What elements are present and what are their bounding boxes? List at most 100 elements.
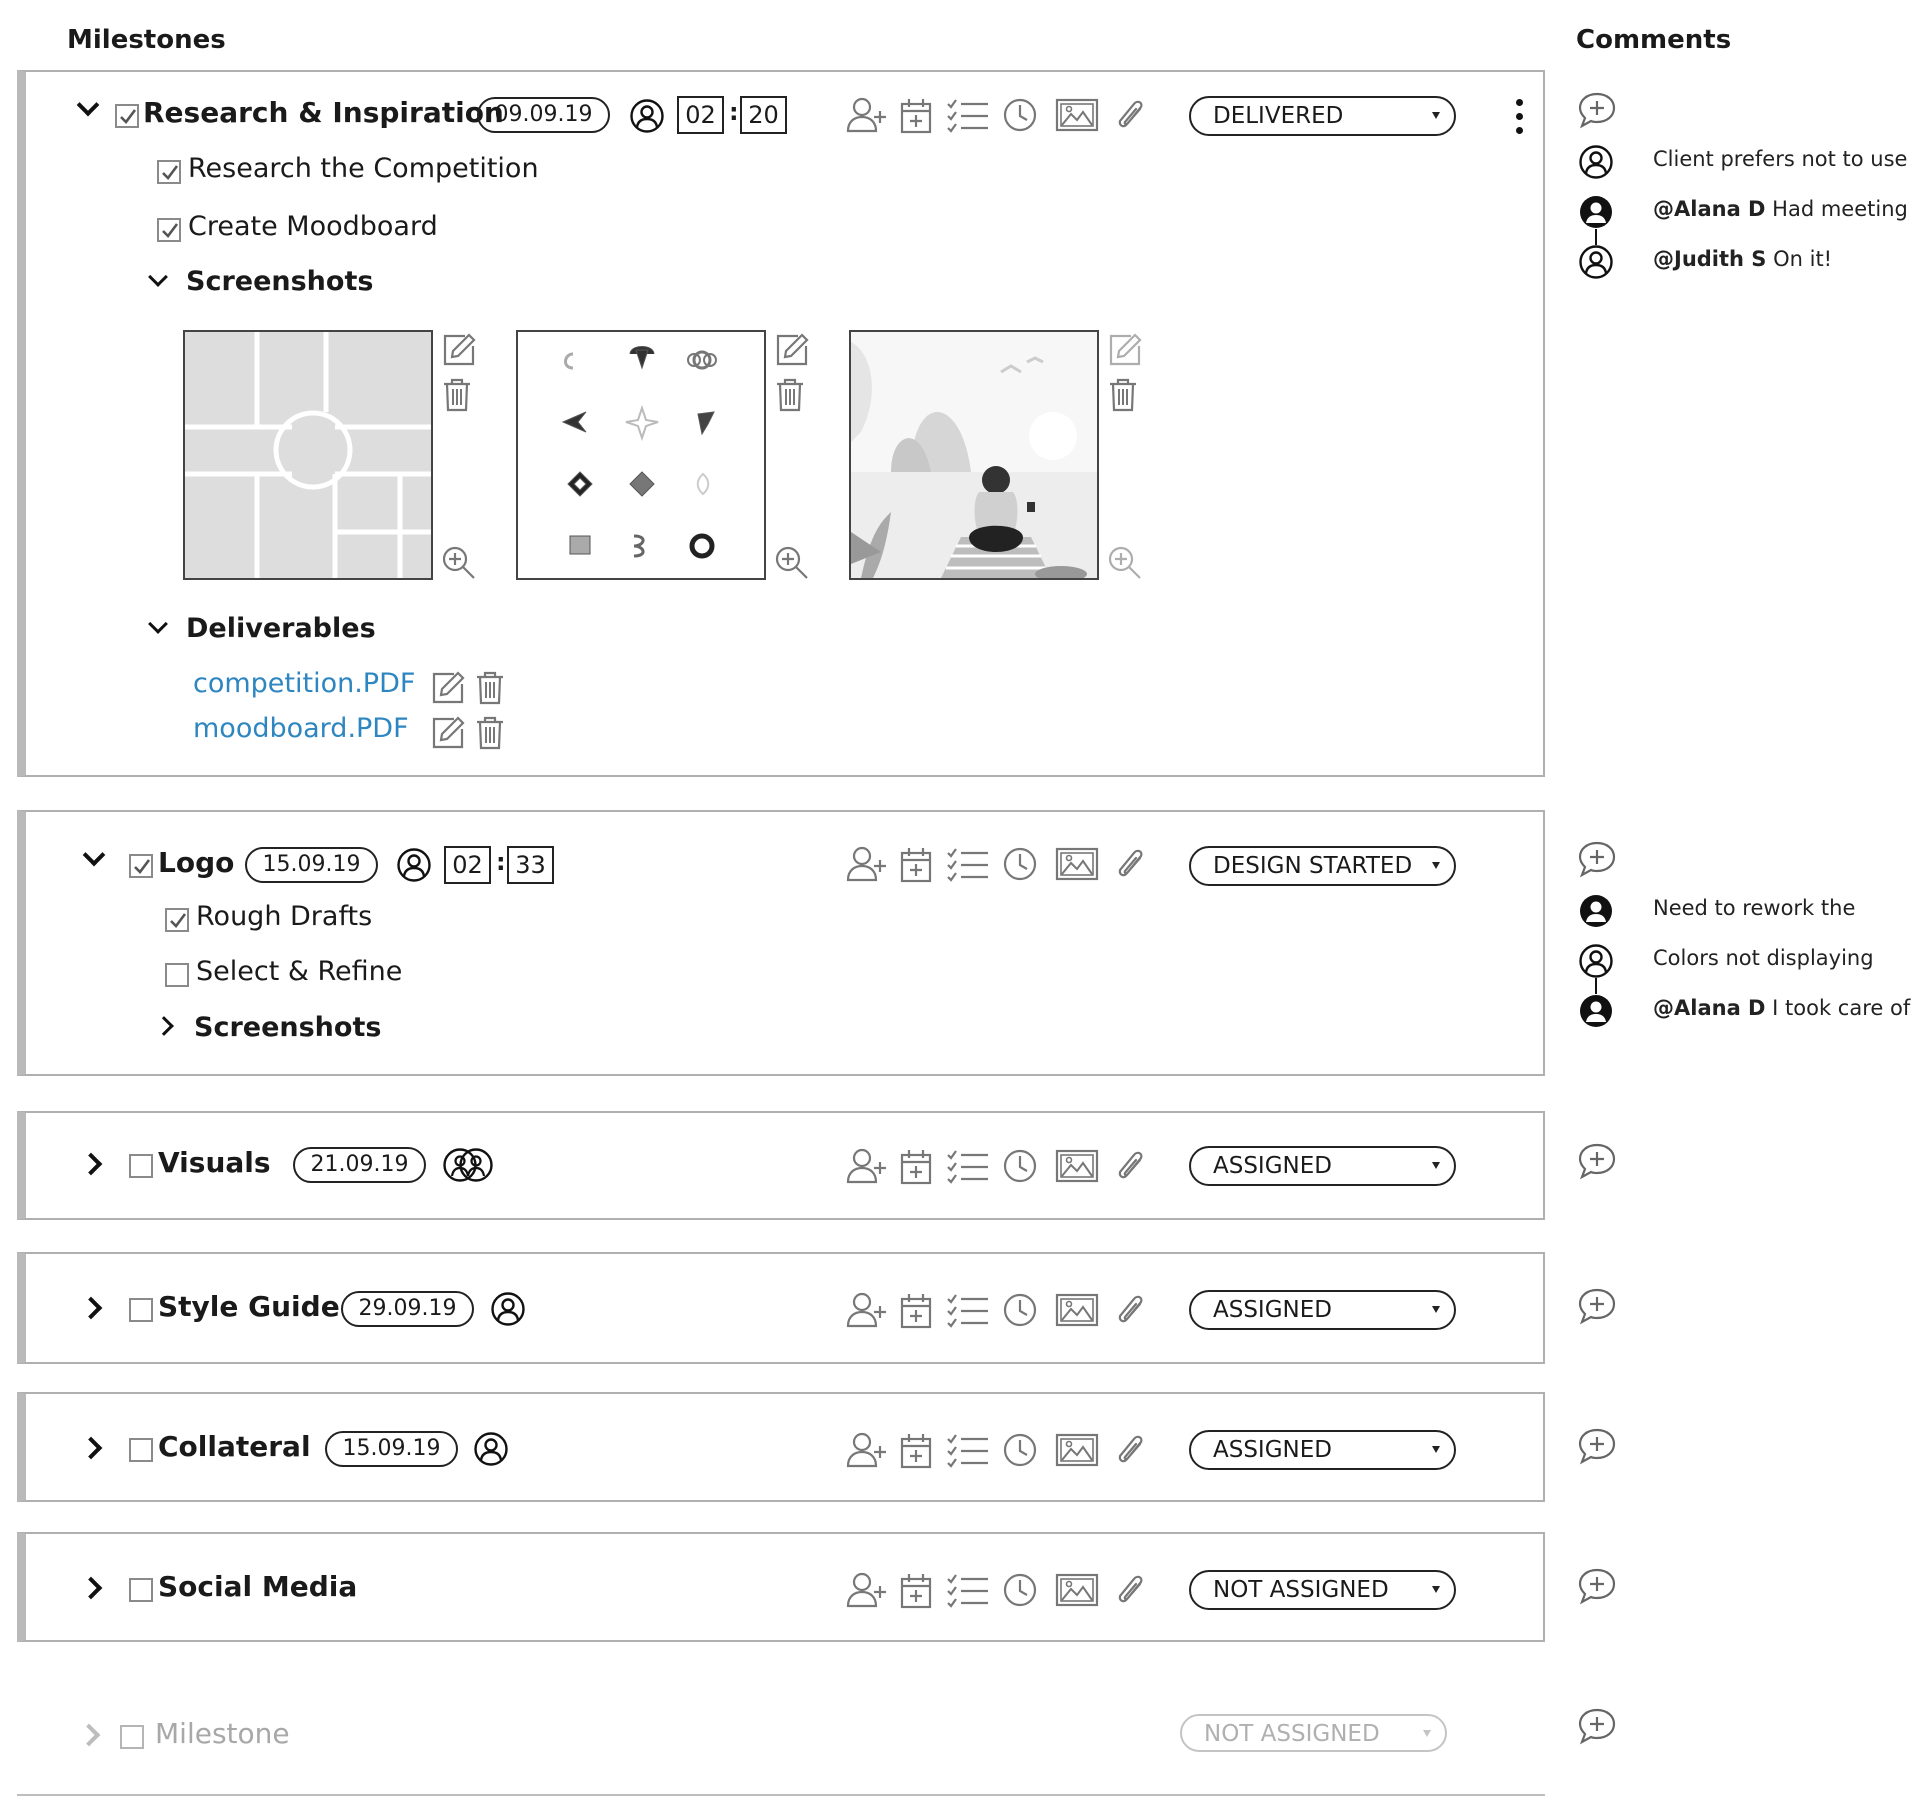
comment-text[interactable]: Need to rework the: [1653, 896, 1855, 920]
paperclip-icon[interactable]: [1115, 1290, 1147, 1330]
calendar-add-icon[interactable]: [900, 95, 932, 135]
checklist-icon[interactable]: [946, 1570, 990, 1610]
edit-icon[interactable]: [774, 330, 810, 370]
image-icon[interactable]: [1055, 1430, 1099, 1470]
image-icon[interactable]: [1055, 1290, 1099, 1330]
trash-icon[interactable]: [774, 375, 806, 415]
group-icon[interactable]: [442, 1147, 494, 1183]
clock-icon[interactable]: [1002, 1430, 1038, 1470]
chevron-right-icon[interactable]: [79, 1576, 103, 1600]
chevron-right-icon[interactable]: [77, 1723, 101, 1747]
status-dropdown[interactable]: DESIGN STARTED: [1189, 846, 1456, 886]
status-dropdown[interactable]: ASSIGNED: [1189, 1146, 1456, 1186]
clock-icon[interactable]: [1002, 1290, 1038, 1330]
add-comment-icon[interactable]: [1577, 1566, 1617, 1606]
add-user-icon[interactable]: [845, 1146, 889, 1186]
screenshot-thumbnail[interactable]: [516, 330, 766, 580]
clock-icon[interactable]: [1002, 95, 1038, 135]
calendar-add-icon[interactable]: [900, 1570, 932, 1610]
clock-icon[interactable]: [1002, 844, 1038, 884]
status-dropdown[interactable]: ASSIGNED: [1189, 1290, 1456, 1330]
add-comment-icon[interactable]: [1577, 1426, 1617, 1466]
milestone-checkbox[interactable]: [129, 1578, 153, 1602]
due-date-pill[interactable]: 09.09.19: [477, 97, 610, 133]
comment-text[interactable]: @Alana D I took care of: [1653, 996, 1910, 1020]
user-icon[interactable]: [490, 1291, 526, 1327]
comment-text[interactable]: @Judith S On it!: [1653, 247, 1832, 271]
zoom-in-icon[interactable]: [441, 543, 477, 583]
deliverable-link[interactable]: moodboard.PDF: [193, 713, 409, 744]
add-user-icon[interactable]: [845, 1430, 889, 1470]
checklist-icon[interactable]: [946, 95, 990, 135]
due-date-pill[interactable]: 21.09.19: [293, 1147, 426, 1183]
image-icon[interactable]: [1055, 1146, 1099, 1186]
calendar-add-icon[interactable]: [900, 1290, 932, 1330]
zoom-in-icon[interactable]: [1107, 543, 1143, 583]
edit-icon[interactable]: [430, 713, 466, 753]
screenshot-thumbnail[interactable]: [849, 330, 1099, 580]
add-comment-icon[interactable]: [1577, 1141, 1617, 1181]
chevron-down-icon[interactable]: [76, 93, 100, 117]
calendar-add-icon[interactable]: [900, 1146, 932, 1186]
comment-text[interactable]: Colors not displaying: [1653, 946, 1874, 970]
add-comment-icon[interactable]: [1577, 1286, 1617, 1326]
due-date-pill[interactable]: 29.09.19: [341, 1291, 474, 1327]
zoom-in-icon[interactable]: [774, 543, 810, 583]
add-user-icon[interactable]: [845, 1570, 889, 1610]
new-milestone-row[interactable]: Milestone NOT ASSIGNED: [17, 1680, 1545, 1800]
milestone-checkbox[interactable]: [129, 1154, 153, 1178]
trash-icon[interactable]: [1107, 375, 1139, 415]
subtask-checkbox[interactable]: [165, 908, 189, 932]
chevron-right-icon[interactable]: [154, 1016, 174, 1036]
paperclip-icon[interactable]: [1115, 1146, 1147, 1186]
add-comment-icon[interactable]: [1577, 839, 1617, 879]
image-icon[interactable]: [1055, 95, 1099, 135]
edit-icon[interactable]: [430, 668, 466, 708]
checklist-icon[interactable]: [946, 1146, 990, 1186]
clock-icon[interactable]: [1002, 1570, 1038, 1610]
checklist-icon[interactable]: [946, 1430, 990, 1470]
trash-icon[interactable]: [474, 713, 506, 753]
trash-icon[interactable]: [441, 375, 473, 415]
paperclip-icon[interactable]: [1115, 1570, 1147, 1610]
milestone-checkbox[interactable]: [120, 1725, 144, 1749]
chevron-down-icon[interactable]: [82, 843, 106, 867]
screenshot-thumbnail[interactable]: [183, 330, 433, 580]
status-dropdown[interactable]: ASSIGNED: [1189, 1430, 1456, 1470]
user-icon[interactable]: [473, 1431, 509, 1467]
status-dropdown[interactable]: DELIVERED: [1189, 96, 1456, 136]
add-user-icon[interactable]: [845, 844, 889, 884]
edit-icon[interactable]: [1107, 330, 1143, 370]
milestone-checkbox[interactable]: [129, 854, 153, 878]
comment-text[interactable]: @Alana D Had meeting: [1653, 197, 1908, 221]
status-dropdown[interactable]: NOT ASSIGNED: [1180, 1714, 1447, 1752]
due-date-pill[interactable]: 15.09.19: [245, 847, 378, 883]
time-minutes[interactable]: 20: [740, 96, 787, 134]
add-user-icon[interactable]: [845, 1290, 889, 1330]
due-date-pill[interactable]: 15.09.19: [325, 1431, 458, 1467]
edit-icon[interactable]: [441, 330, 477, 370]
user-icon[interactable]: [629, 98, 665, 134]
chevron-down-icon[interactable]: [148, 267, 168, 287]
time-minutes[interactable]: 33: [507, 846, 554, 884]
add-comment-icon[interactable]: [1577, 1706, 1617, 1746]
subtask-checkbox[interactable]: [157, 218, 181, 242]
calendar-add-icon[interactable]: [900, 844, 932, 884]
subtask-checkbox[interactable]: [157, 160, 181, 184]
status-dropdown[interactable]: NOT ASSIGNED: [1189, 1570, 1456, 1610]
paperclip-icon[interactable]: [1115, 844, 1147, 884]
add-user-icon[interactable]: [845, 95, 889, 135]
kebab-menu-icon[interactable]: [1514, 96, 1526, 140]
paperclip-icon[interactable]: [1115, 1430, 1147, 1470]
time-hours[interactable]: 02: [677, 96, 724, 134]
trash-icon[interactable]: [474, 668, 506, 708]
image-icon[interactable]: [1055, 844, 1099, 884]
calendar-add-icon[interactable]: [900, 1430, 932, 1470]
clock-icon[interactable]: [1002, 1146, 1038, 1186]
user-icon[interactable]: [396, 847, 432, 883]
milestone-checkbox[interactable]: [129, 1438, 153, 1462]
milestone-checkbox[interactable]: [115, 104, 139, 128]
milestone-checkbox[interactable]: [129, 1298, 153, 1322]
add-comment-icon[interactable]: [1577, 90, 1617, 130]
deliverable-link[interactable]: competition.PDF: [193, 668, 415, 699]
